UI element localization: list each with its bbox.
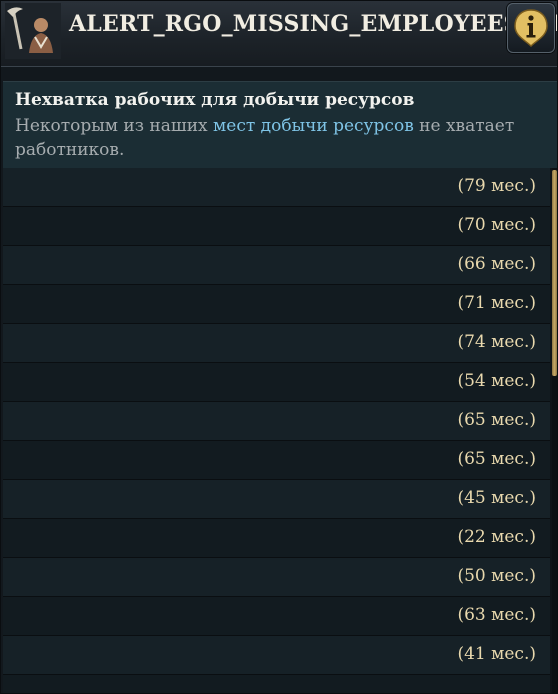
list-item[interactable]: (65 мес.) — [3, 441, 550, 480]
scrollbar-thumb[interactable] — [552, 170, 557, 376]
list-item[interactable]: (66 мес.) — [3, 246, 550, 285]
list-item[interactable]: (65 мес.) — [3, 402, 550, 441]
list-item[interactable]: (54 мес.) — [3, 363, 550, 402]
duration-label: (70 мес.) — [457, 215, 536, 235]
duration-label: (65 мес.) — [457, 449, 536, 469]
list-item[interactable]: (79 мес.) — [3, 168, 550, 207]
worker-portrait-icon — [5, 3, 61, 59]
list-item[interactable]: (70 мес.) — [3, 207, 550, 246]
list-item[interactable]: (71 мес.) — [3, 285, 550, 324]
duration-label: (22 мес.) — [457, 527, 536, 547]
rgo-list: (79 мес.) (70 мес.) (66 мес.) (71 мес.) … — [3, 168, 557, 693]
duration-label: (54 мес.) — [457, 371, 536, 391]
info-icon — [514, 9, 548, 48]
rgo-link[interactable]: мест добычи ресурсов — [213, 116, 414, 136]
scrollbar[interactable] — [552, 168, 557, 693]
list-item[interactable]: (50 мес.) — [3, 558, 550, 597]
duration-label: (63 мес.) — [457, 605, 536, 625]
info-button[interactable] — [507, 3, 555, 53]
duration-label: (74 мес.) — [457, 332, 536, 352]
duration-label: (79 мес.) — [457, 176, 536, 196]
list-item[interactable]: (41 мес.) — [3, 636, 550, 675]
alert-description: Некоторым из наших мест добычи ресурсов … — [15, 114, 535, 162]
alert-heading: Нехватка рабочих для добычи ресурсов — [15, 90, 415, 110]
list-item[interactable] — [3, 675, 550, 693]
alert-desc-text-start: Некоторым из наших — [15, 116, 214, 136]
alert-window: ALERT_RGO_MISSING_EMPLOYEES_TT Нехватка … — [0, 0, 558, 694]
duration-label: (71 мес.) — [457, 293, 536, 313]
title-bar: ALERT_RGO_MISSING_EMPLOYEES_TT — [1, 1, 558, 67]
list-item[interactable]: (45 мес.) — [3, 480, 550, 519]
duration-label: (66 мес.) — [457, 254, 536, 274]
list-item[interactable]: (74 мес.) — [3, 324, 550, 363]
duration-label: (50 мес.) — [457, 566, 536, 586]
duration-label: (45 мес.) — [457, 488, 536, 508]
duration-label: (65 мес.) — [457, 410, 536, 430]
alert-header: Нехватка рабочих для добычи ресурсов Нек… — [3, 81, 557, 170]
list-item[interactable]: (63 мес.) — [3, 597, 550, 636]
window-title: ALERT_RGO_MISSING_EMPLOYEES_TT — [69, 11, 558, 37]
duration-label: (41 мес.) — [457, 644, 536, 664]
list-item[interactable]: (22 мес.) — [3, 519, 550, 558]
